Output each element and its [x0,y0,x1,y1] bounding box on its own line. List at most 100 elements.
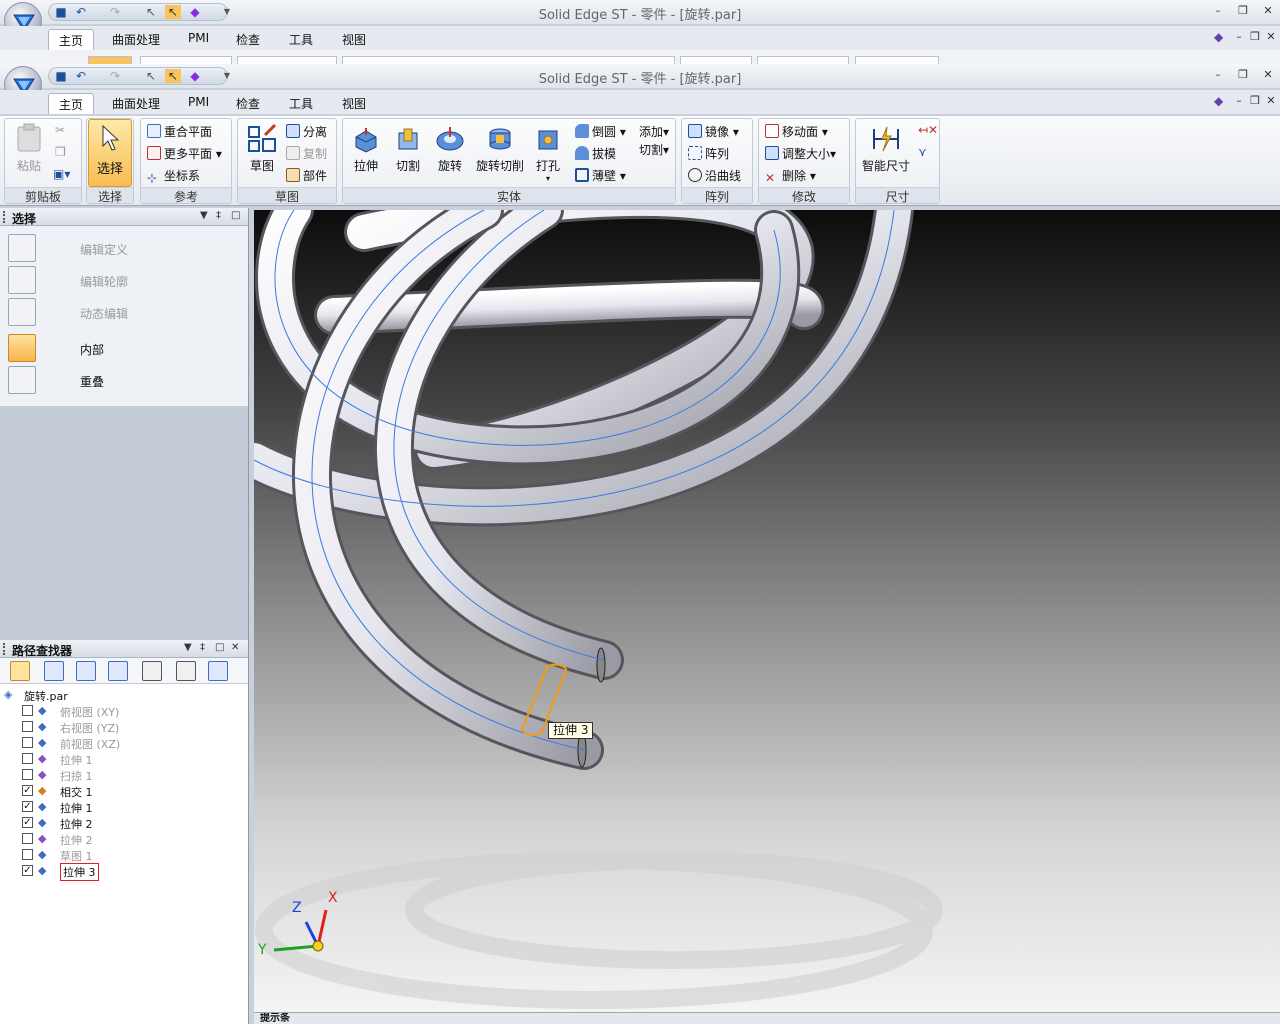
panel-gap [0,406,249,640]
select-button[interactable]: 选择 [88,119,132,187]
visibility-checkbox[interactable] [22,849,33,860]
ribbon: 粘贴 ✂ ❐ ▣▾ 剪贴板 选择 [0,116,1280,206]
doc-minimize-icon[interactable]: – [1232,94,1246,108]
back-doc-minimize-icon[interactable]: – [1232,30,1246,44]
paste-icon [17,123,41,152]
tree-item-label: 拉伸 2 [60,834,93,847]
grip-icon [3,643,6,655]
visibility-checkbox[interactable] [22,753,33,764]
restore-icon[interactable]: ❐ [1236,4,1250,18]
close-icon[interactable]: ✕ [1261,4,1275,18]
paste-button[interactable]: 粘贴 [11,123,47,174]
tree-item-label: 右视图 (YZ) [60,722,120,735]
settings-icon[interactable] [208,661,228,681]
visibility-checkbox[interactable] [22,721,33,732]
doc-restore-icon[interactable]: ❐ [1248,94,1262,108]
pathfinder-toolbar [0,658,248,684]
overlap-option[interactable]: 重叠 [8,366,244,394]
tree-item-label: 草图 1 [60,850,93,863]
titlebar: ■ ↶ ↷ ↖ ↖ ◆ ▼ Solid Edge ST - 零件 - [旋转.p… [0,64,1280,88]
back-tab-inspect[interactable]: 检查 [226,29,270,50]
tab-view[interactable]: 视图 [332,93,376,114]
visibility-checkbox[interactable]: ✓ [22,817,33,828]
tree-item-label: 拉伸 3 [60,863,99,881]
feature-icon: ◆ [38,784,47,797]
relations-icon[interactable] [76,661,96,681]
helix-tube[interactable] [254,210,914,770]
feature-icon: ◆ [38,816,47,829]
overlap-label: 重叠 [80,375,105,389]
back-tab-surfacing[interactable]: 曲面处理 [102,29,170,50]
help-icon[interactable]: ◆ [1214,94,1223,108]
pathfinder-panel: 路径查找器 ▼ ‡ □ ✕ ◈ 旋转.par ◆ 俯视图 (XY) ◆ 右视图 (YZ… [0,640,249,1024]
paste-special-icon[interactable]: ▣▾ [53,167,70,181]
visibility-checkbox[interactable] [22,769,33,780]
maximize-icon[interactable]: □ [215,642,224,653]
visibility-checkbox[interactable] [22,737,33,748]
tab-tools[interactable]: 工具 [279,93,323,114]
restore-icon[interactable]: ❐ [1236,68,1250,82]
panel-menu-icon[interactable]: ▼ [200,210,208,221]
doc-close-icon[interactable]: ✕ [1264,94,1278,108]
graphics-viewport[interactable]: X Y Z [254,210,1280,1012]
back-doc-close-icon[interactable]: ✕ [1264,30,1278,44]
tree-item-label: 相交 1 [60,786,93,799]
dynamic-edit-icon [8,298,36,326]
back-window-titlebar: ■ ↶ ↷ ↖ ↖ ◆ ▼ Solid Edge ST - 零件 - [旋转.p… [0,0,1280,24]
back-tab-tools[interactable]: 工具 [279,29,323,50]
axis-z-label: Z [292,900,302,916]
features-icon[interactable] [44,661,64,681]
minimize-icon[interactable]: – [1211,4,1225,18]
tree-item-label: 前视图 (XZ) [60,738,121,751]
back-help-icon[interactable]: ◆ [1214,30,1223,44]
overlap-icon [8,366,36,394]
edit-definition-icon [8,234,36,262]
tab-inspect[interactable]: 检查 [226,93,270,114]
tab-home[interactable]: 主页 [48,93,95,114]
appearance-icon[interactable] [142,661,162,681]
group-clipboard: 粘贴 ✂ ❐ ▣▾ 剪贴板 [4,118,82,204]
minimize-icon[interactable]: – [1211,68,1225,82]
edit-profile-option[interactable]: 编辑轮廓 [8,266,244,294]
visibility-checkbox[interactable]: ✓ [22,801,33,812]
pin-icon[interactable]: ‡ [216,210,221,221]
copy-icon[interactable]: ❐ [55,145,66,159]
tab-pmi[interactable]: PMI [178,93,219,114]
close-icon[interactable]: ✕ [231,642,239,653]
back-tab-pmi[interactable]: PMI [178,29,219,50]
close-icon[interactable]: ✕ [1261,68,1275,82]
tree-root-label: 旋转.par [24,690,68,703]
select-label: 选择 [97,162,124,177]
inside-option[interactable]: 内部 [8,334,244,362]
edit-definition-option[interactable]: 编辑定义 [8,234,244,262]
layers-icon[interactable] [108,661,128,681]
inside-icon [8,334,36,362]
axis-y-label: Y [258,942,267,958]
part-file-icon: ◈ [4,688,13,701]
visibility-checkbox[interactable] [22,833,33,844]
back-doc-restore-icon[interactable]: ❐ [1248,30,1262,44]
cut-icon[interactable]: ✂ [55,123,65,137]
back-tab-home[interactable]: 主页 [48,29,95,50]
visibility-checkbox[interactable]: ✓ [22,785,33,796]
visibility-checkbox[interactable]: ✓ [22,865,33,876]
visibility-checkbox[interactable] [22,705,33,716]
display-icon[interactable] [176,661,196,681]
back-tab-view[interactable]: 视图 [332,29,376,50]
maximize-icon[interactable]: □ [231,210,240,221]
tree-item-label: 俯视图 (XY) [60,706,120,719]
feature-icon: ◆ [38,848,47,861]
tree-view-icon[interactable] [10,661,30,681]
paste-label: 粘贴 [16,159,41,173]
pin-icon[interactable]: ‡ [200,642,205,653]
dynamic-edit-option[interactable]: 动态编辑 [8,298,244,326]
panel-menu-icon[interactable]: ▼ [184,642,192,653]
tab-surfacing[interactable]: 曲面处理 [102,93,170,114]
inside-label: 内部 [80,343,105,357]
edit-profile-label: 编辑轮廓 [80,275,129,289]
axis-x-label: X [328,890,338,906]
tree-item-label: 拉伸 1 [60,754,93,767]
group-label: 剪贴板 [5,187,81,204]
tree-item-label: 拉伸 2 [60,818,93,831]
group-label: 选择 [87,187,133,204]
